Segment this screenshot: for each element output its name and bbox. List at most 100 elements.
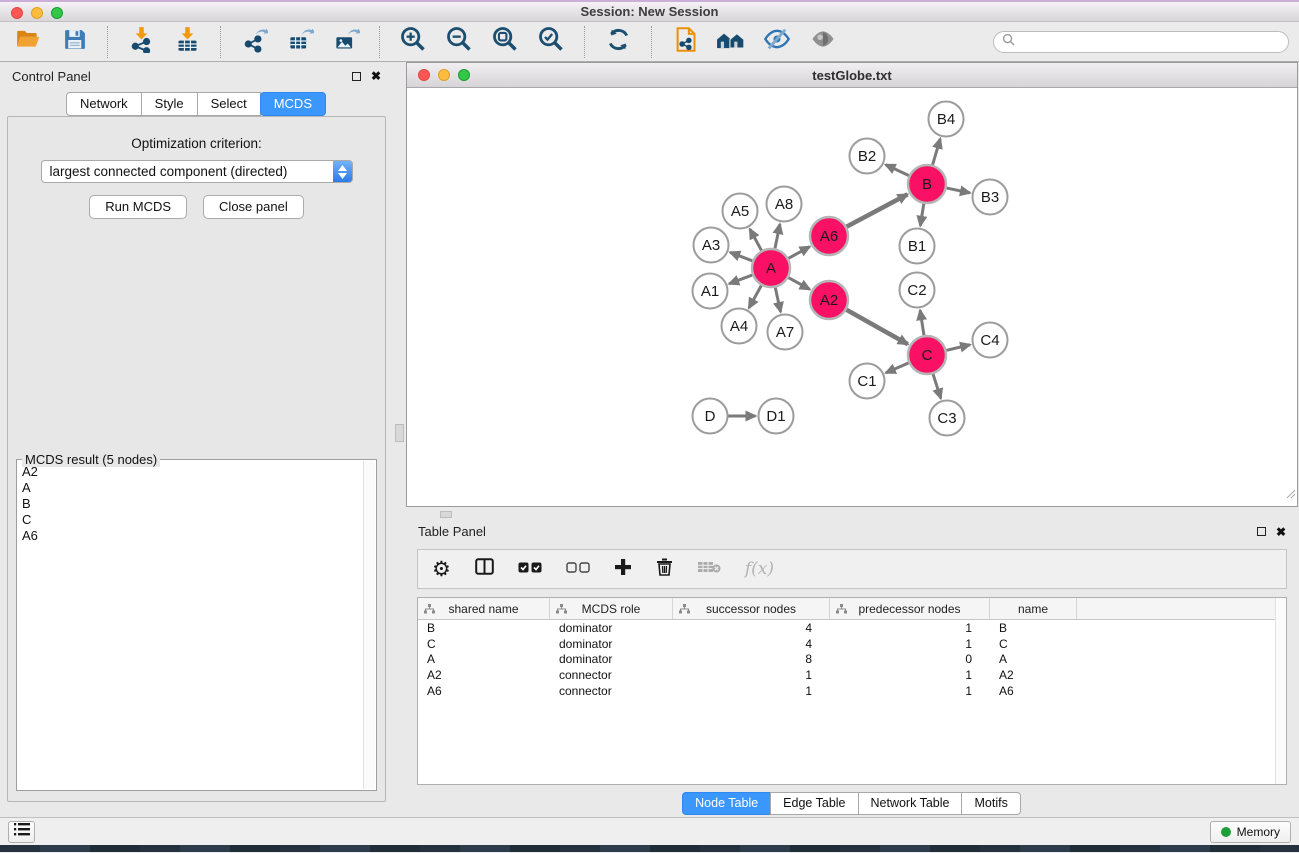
graph-edge-A6-B[interactable] (846, 194, 908, 227)
zoom-in-icon (399, 25, 427, 58)
tab-mcds[interactable]: MCDS (260, 92, 326, 116)
run-mcds-button[interactable]: Run MCDS (89, 195, 187, 219)
network-graph[interactable]: B4B2BB3A5A8A6B1A3AA1C2A2A4A7CC4C1C3DD1 (407, 88, 1297, 505)
export-network-button[interactable] (238, 26, 270, 58)
graph-edge-C-C3[interactable] (933, 373, 941, 398)
tab-edge-table[interactable]: Edge Table (770, 792, 858, 815)
control-panel-title: Control Panel (12, 69, 91, 84)
vertical-splitter-handle[interactable] (395, 424, 404, 442)
column-header-name[interactable]: name (990, 598, 1077, 619)
result-scrollbar[interactable] (363, 461, 375, 789)
delete-columns-button[interactable] (656, 556, 673, 582)
save-icon (62, 27, 87, 57)
home-button[interactable] (715, 26, 747, 58)
column-header-MCDS-role[interactable]: MCDS role (550, 598, 673, 619)
task-history-button[interactable] (8, 821, 35, 843)
graph-edge-A-A8[interactable] (775, 224, 780, 249)
table-cell: 1 (673, 684, 830, 698)
add-column-button[interactable] (614, 556, 632, 582)
network-minimize-button[interactable] (438, 69, 450, 81)
close-panel-button[interactable]: Close panel (203, 195, 304, 219)
network-zoom-button[interactable] (458, 69, 470, 81)
close-window-button[interactable] (11, 7, 23, 19)
show-eye-button[interactable] (807, 26, 839, 58)
table-row[interactable]: Bdominator41B (418, 620, 1286, 636)
table-row[interactable]: A2connector11A2 (418, 667, 1286, 683)
graph-edge-B-B2[interactable] (886, 165, 910, 176)
hide-graphics-details-button[interactable] (761, 26, 793, 58)
tab-select[interactable]: Select (197, 92, 261, 116)
result-item[interactable]: B (22, 496, 358, 512)
tab-network[interactable]: Network (66, 92, 142, 116)
zoom-in-button[interactable] (397, 26, 429, 58)
graph-edge-C-C2[interactable] (920, 310, 924, 336)
result-item[interactable]: A2 (22, 464, 358, 480)
delete-table-button[interactable] (697, 556, 721, 582)
deselect-all-button[interactable] (566, 556, 590, 582)
table-row[interactable]: Cdominator41C (418, 636, 1286, 652)
result-item[interactable]: C (22, 512, 358, 528)
export-image-button[interactable] (330, 26, 362, 58)
zoom-out-button[interactable] (443, 26, 475, 58)
search-field[interactable] (993, 31, 1289, 53)
graph-edge-A-A2[interactable] (788, 277, 810, 289)
import-table-button[interactable] (171, 26, 203, 58)
export-table-button[interactable] (284, 26, 316, 58)
float-panel-icon[interactable] (352, 72, 361, 81)
column-header-shared-name[interactable]: shared name (418, 598, 550, 619)
result-item[interactable]: A6 (22, 528, 358, 544)
zoom-fit-button[interactable] (489, 26, 521, 58)
table-row[interactable]: A6connector11A6 (418, 683, 1286, 699)
result-item[interactable]: A (22, 480, 358, 496)
select-all-button[interactable] (518, 556, 542, 582)
tab-style[interactable]: Style (141, 92, 198, 116)
function-builder-button[interactable]: f(x) (745, 556, 774, 582)
optimization-criterion-select[interactable]: largest connected component (directed) (41, 160, 353, 183)
close-panel-icon[interactable]: ✖ (371, 70, 381, 82)
graph-edge-A-A4[interactable] (749, 285, 762, 308)
tab-motifs[interactable]: Motifs (961, 792, 1020, 815)
list-icon (14, 823, 30, 841)
graph-edge-A-A6[interactable] (788, 247, 810, 259)
memory-button[interactable]: Memory (1210, 821, 1291, 843)
select-stepper-icon (333, 161, 352, 182)
refresh-button[interactable] (602, 26, 634, 58)
graph-edge-C-C1[interactable] (886, 363, 910, 373)
graph-edge-A2-C[interactable] (846, 309, 908, 344)
network-canvas[interactable]: B4B2BB3A5A8A6B1A3AA1C2A2A4A7CC4C1C3DD1 (407, 88, 1297, 505)
table-cell: 4 (673, 637, 830, 651)
graph-edge-A-A7[interactable] (775, 287, 781, 312)
close-table-panel-icon[interactable]: ✖ (1276, 526, 1286, 538)
save-session-button[interactable] (58, 26, 90, 58)
column-header-successor-nodes[interactable]: successor nodes (673, 598, 830, 619)
graph-edge-A-A3[interactable] (730, 252, 753, 261)
import-network-button[interactable] (125, 26, 157, 58)
graph-edge-A-A1[interactable] (729, 275, 753, 284)
network-close-button[interactable] (418, 69, 430, 81)
tab-network-table[interactable]: Network Table (858, 792, 963, 815)
graph-node-label-C1: C1 (857, 373, 876, 390)
table-scrollbar[interactable] (1275, 598, 1286, 784)
search-input[interactable] (1020, 35, 1280, 49)
graph-edge-A-A5[interactable] (750, 229, 762, 251)
graph-edge-B-B1[interactable] (920, 203, 924, 226)
graph-node-label-A2: A2 (820, 292, 838, 309)
horizontal-splitter-handle[interactable] (440, 511, 452, 518)
table-settings-button[interactable]: ⚙ (432, 556, 451, 582)
graph-edge-C-C4[interactable] (945, 345, 970, 351)
column-header-predecessor-nodes[interactable]: predecessor nodes (830, 598, 990, 619)
zoom-window-button[interactable] (51, 7, 63, 19)
table-row[interactable]: Adominator80A (418, 651, 1286, 667)
open-session-button[interactable] (12, 26, 44, 58)
float-table-panel-icon[interactable] (1257, 527, 1266, 536)
graph-edge-B-B3[interactable] (946, 188, 970, 193)
minimize-window-button[interactable] (31, 7, 43, 19)
copy-network-button[interactable] (669, 26, 701, 58)
tab-node-table[interactable]: Node Table (682, 792, 771, 815)
graph-edge-B-B4[interactable] (932, 139, 940, 166)
zoom-selected-button[interactable] (535, 26, 567, 58)
eye-slash-icon (763, 25, 791, 58)
zoom-selected-icon (537, 25, 565, 58)
show-columns-button[interactable] (475, 556, 494, 582)
resize-grip-icon[interactable] (1284, 486, 1296, 504)
